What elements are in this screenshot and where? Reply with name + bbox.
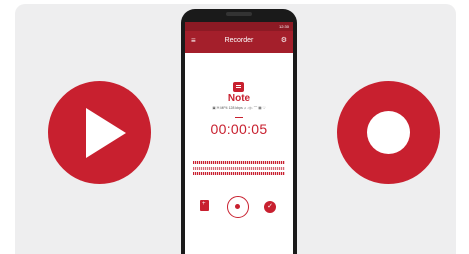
status-bar: 12:30 <box>185 22 293 31</box>
status-time: 12:30 <box>278 24 289 29</box>
add-bookmark-button[interactable] <box>200 200 209 211</box>
recording-meta: ▣ 🗎 MP4 128 kbps ♫ ◁▷ ⌒ ▦ ♡ <box>212 106 266 110</box>
waveform-bar <box>193 172 285 175</box>
settings-icon[interactable]: ⚙ <box>281 37 287 45</box>
phone-frame: 12:30 ≡ Recorder ⚙ Note ▣ 🗎 MP4 128 kbps… <box>181 9 297 254</box>
phone-speaker <box>226 12 252 16</box>
app-title: Recorder <box>224 37 254 44</box>
done-button[interactable]: ✓ <box>264 201 276 213</box>
note-icon <box>233 82 244 92</box>
waveform-bar <box>193 167 285 170</box>
app-bar: ≡ Recorder ⚙ <box>185 31 293 53</box>
waveform-bar <box>193 161 285 164</box>
title-divider <box>235 117 243 118</box>
recording-timer: 00:00:05 <box>210 121 268 137</box>
bottom-area <box>185 234 293 254</box>
recording-title[interactable]: Note <box>185 93 293 104</box>
record-icon <box>337 81 440 184</box>
play-icon <box>48 81 151 184</box>
phone-screen: 12:30 ≡ Recorder ⚙ Note ▣ 🗎 MP4 128 kbps… <box>185 22 293 254</box>
record-button[interactable] <box>227 196 249 218</box>
